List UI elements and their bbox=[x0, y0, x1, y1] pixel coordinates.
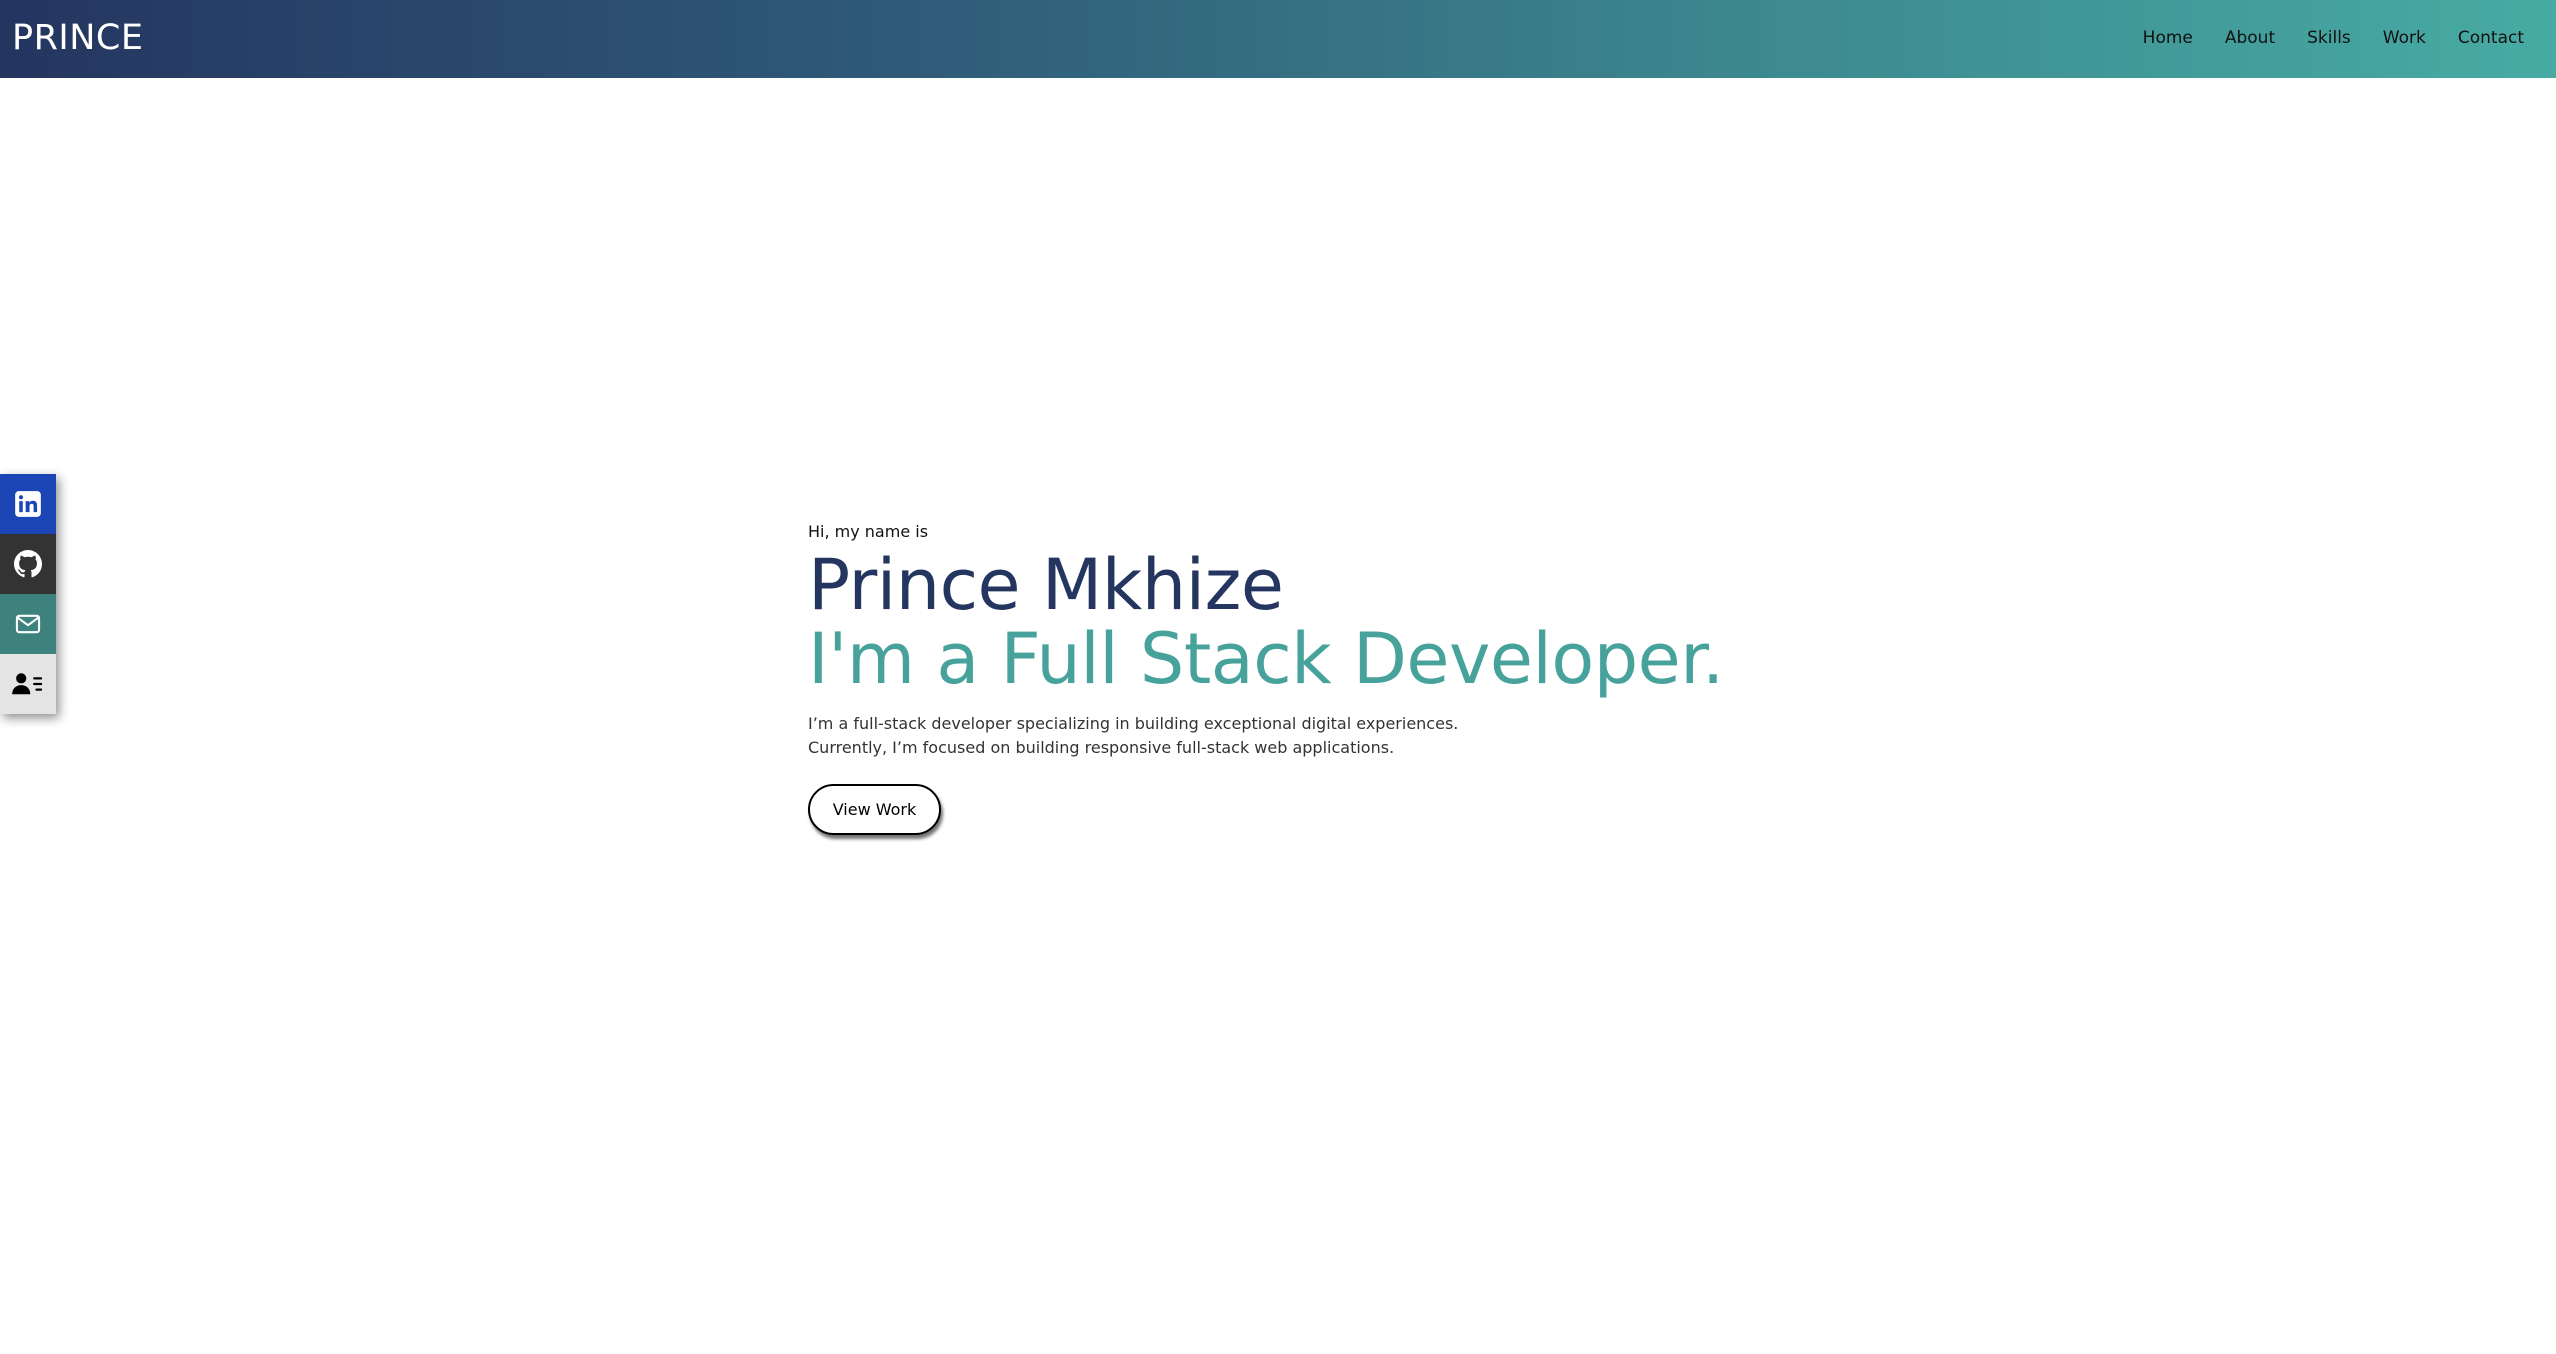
hero-greeting: Hi, my name is bbox=[808, 522, 929, 541]
site-logo[interactable]: PRINCE bbox=[12, 14, 143, 62]
nav-link-skills[interactable]: Skills bbox=[2307, 24, 2351, 52]
github-icon bbox=[14, 550, 42, 578]
hero-description-line-1: I’m a full-stack developer specializing … bbox=[808, 714, 1459, 733]
nav-link-contact[interactable]: Contact bbox=[2458, 24, 2524, 52]
linkedin-link[interactable] bbox=[0, 474, 56, 534]
navbar: PRINCE Home About Skills Work Contact bbox=[0, 0, 2556, 78]
mail-icon bbox=[15, 614, 41, 634]
hero-section: Hi, my name is Prince Mkhize I'm a Full … bbox=[808, 520, 1808, 835]
hero-description-line-2: Currently, I’m focused on building respo… bbox=[808, 738, 1395, 757]
social-sidebar bbox=[0, 474, 56, 714]
linkedin-icon bbox=[15, 491, 41, 517]
hero-description: I’m a full-stack developer specializing … bbox=[808, 712, 1808, 760]
nav-link-work[interactable]: Work bbox=[2383, 24, 2426, 52]
hero-name: Prince Mkhize bbox=[808, 544, 1284, 626]
view-work-button[interactable]: View Work bbox=[808, 784, 941, 835]
resume-icon bbox=[12, 673, 43, 695]
github-link[interactable] bbox=[0, 534, 56, 594]
nav-link-about[interactable]: About bbox=[2225, 24, 2275, 52]
hero-role: I'm a Full Stack Developer. bbox=[808, 618, 1724, 700]
nav-menu: Home About Skills Work Contact bbox=[2111, 24, 2524, 52]
email-link[interactable] bbox=[0, 594, 56, 654]
nav-link-home[interactable]: Home bbox=[2143, 24, 2193, 52]
resume-link[interactable] bbox=[0, 654, 56, 714]
